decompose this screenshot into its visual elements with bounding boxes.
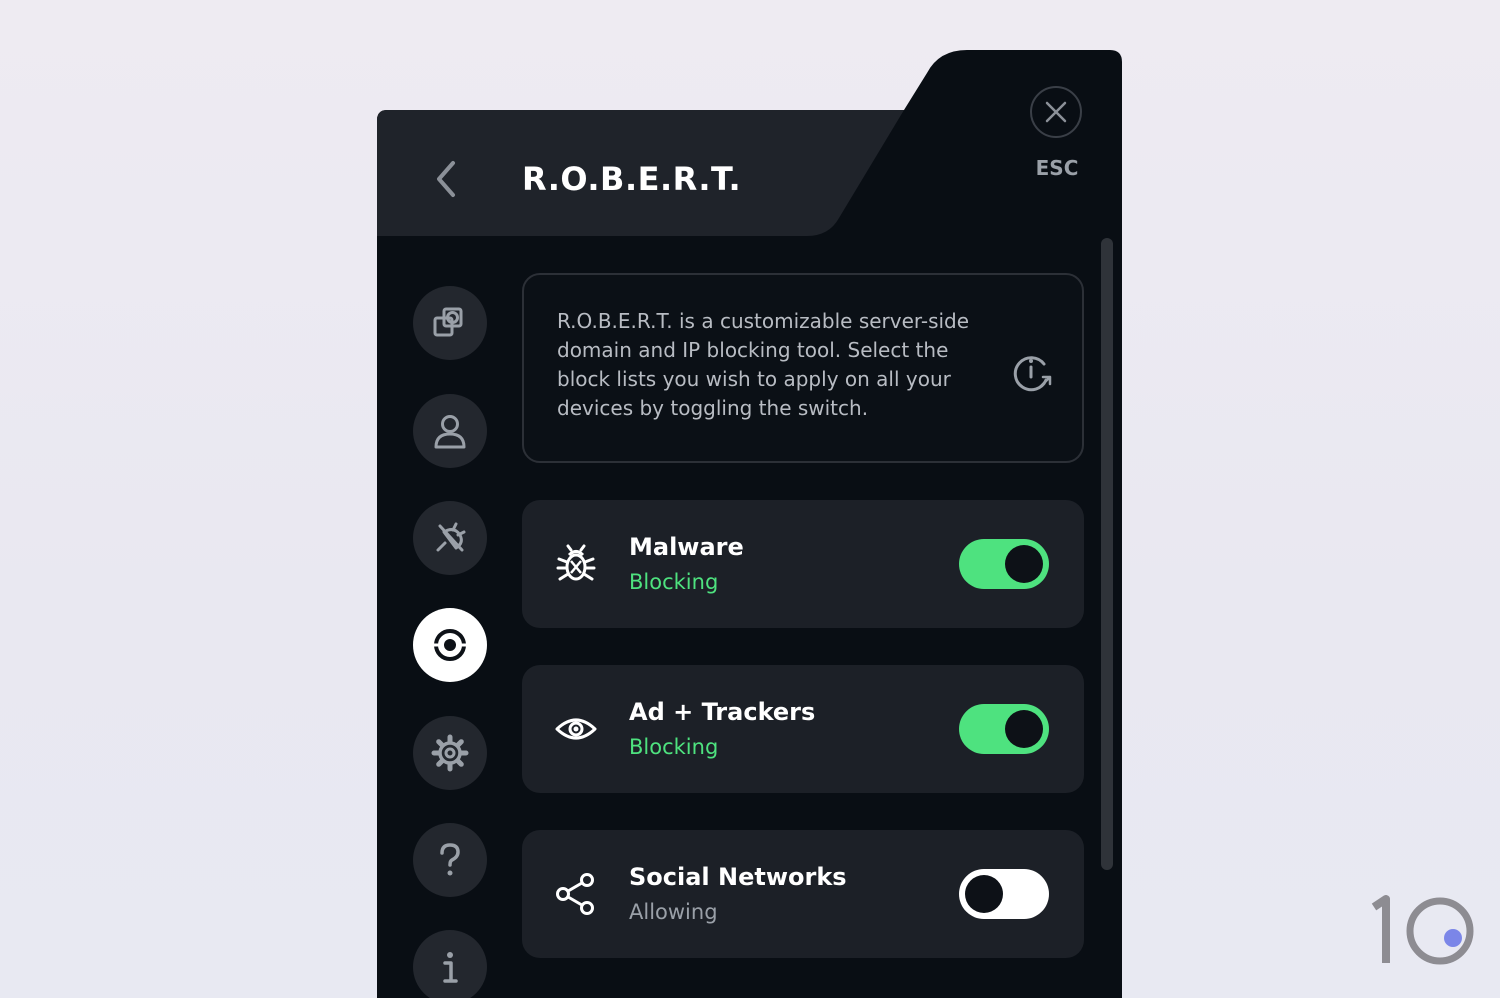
eye-icon <box>555 718 597 740</box>
blocklist-name: Malware <box>629 533 744 561</box>
user-icon <box>434 415 466 449</box>
layers-icon <box>433 307 463 337</box>
chevron-left-icon <box>437 161 455 197</box>
nav-connection[interactable] <box>413 501 487 575</box>
close-button[interactable] <box>1030 86 1082 138</box>
screen: R.O.B.E.R.T. ESC R.O.B.E.R.T. is a custo… <box>0 0 1500 998</box>
blocklist-status: Blocking <box>629 570 719 594</box>
blocklist-name: Social Networks <box>629 863 847 891</box>
plug-icon <box>436 522 466 552</box>
bug-icon <box>556 544 596 581</box>
info-card: R.O.B.E.R.T. is a customizable server-si… <box>522 273 1084 463</box>
nav-devices[interactable] <box>413 286 487 360</box>
esc-label: ESC <box>1035 156 1079 180</box>
nav-help[interactable] <box>413 823 487 897</box>
page-title: R.O.B.E.R.T. <box>522 160 742 198</box>
toggle-knob <box>965 875 1003 913</box>
nav-robert[interactable] <box>413 608 487 682</box>
question-icon <box>440 843 460 876</box>
back-button[interactable] <box>427 153 467 205</box>
malware-toggle[interactable] <box>959 539 1049 589</box>
ad-trackers-toggle[interactable] <box>959 704 1049 754</box>
blocklist-name: Ad + Trackers <box>629 698 816 726</box>
close-icon <box>1045 101 1067 123</box>
blocklist-malware: Malware Blocking <box>522 500 1084 628</box>
blocklist-social-networks: Social Networks Allowing <box>522 830 1084 958</box>
robert-icon <box>434 629 466 661</box>
nav-settings[interactable] <box>413 716 487 790</box>
nav-account[interactable] <box>413 394 487 468</box>
blocklist-status: Blocking <box>629 735 719 759</box>
info-external-icon[interactable] <box>1012 350 1054 392</box>
toggle-knob <box>1005 710 1043 748</box>
info-icon <box>443 952 458 983</box>
scrollbar-thumb[interactable] <box>1101 238 1113 870</box>
gear-icon <box>431 734 469 772</box>
nav-about[interactable] <box>413 930 487 998</box>
blocklist-ad-trackers: Ad + Trackers Blocking <box>522 665 1084 793</box>
info-description: R.O.B.E.R.T. is a customizable server-si… <box>557 309 970 420</box>
social-networks-toggle[interactable] <box>959 869 1049 919</box>
robert-settings-window: R.O.B.E.R.T. ESC R.O.B.E.R.T. is a custo… <box>377 48 1122 998</box>
blocklist-status: Allowing <box>629 900 718 924</box>
toggle-knob <box>1005 545 1043 583</box>
watermark-logo <box>1371 895 1474 965</box>
scrollbar[interactable] <box>1101 238 1113 998</box>
share-icon <box>556 873 594 915</box>
